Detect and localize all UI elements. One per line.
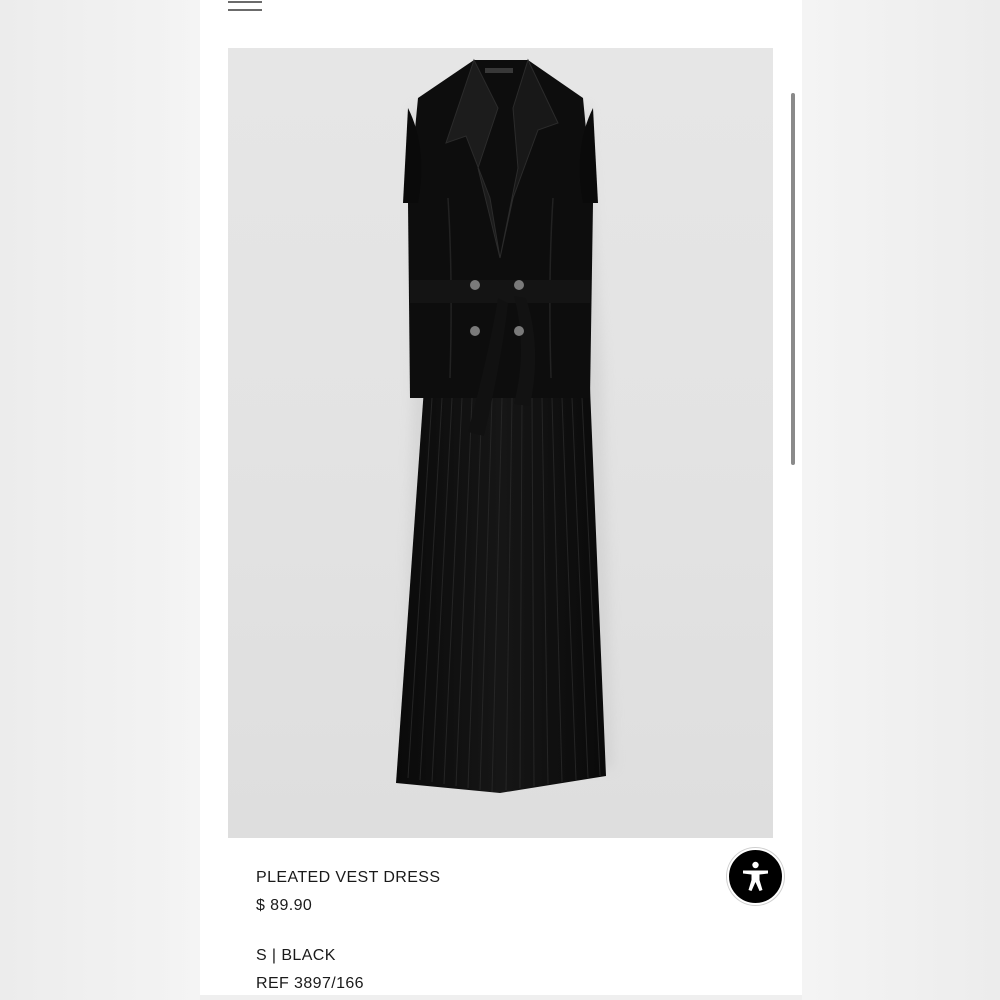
scrollbar[interactable] bbox=[791, 93, 795, 465]
mobile-page: PLEATED VEST DRESS $ 89.90 S | BLACK REF… bbox=[200, 0, 802, 995]
accessibility-button[interactable] bbox=[727, 848, 784, 905]
backdrop-left bbox=[0, 0, 200, 1000]
product-variant: S | BLACK bbox=[256, 947, 336, 964]
product-price: $ 89.90 bbox=[256, 897, 313, 914]
product-reference: REF 3897/166 bbox=[256, 975, 364, 992]
product-image[interactable] bbox=[228, 48, 773, 838]
dress-illustration bbox=[396, 58, 613, 793]
backdrop-right bbox=[802, 0, 1000, 1000]
page-bottom-edge bbox=[200, 995, 802, 1000]
hamburger-menu-icon[interactable] bbox=[228, 0, 264, 16]
product-name: PLEATED VEST DRESS bbox=[256, 869, 441, 886]
accessibility-person-icon bbox=[743, 861, 768, 891]
